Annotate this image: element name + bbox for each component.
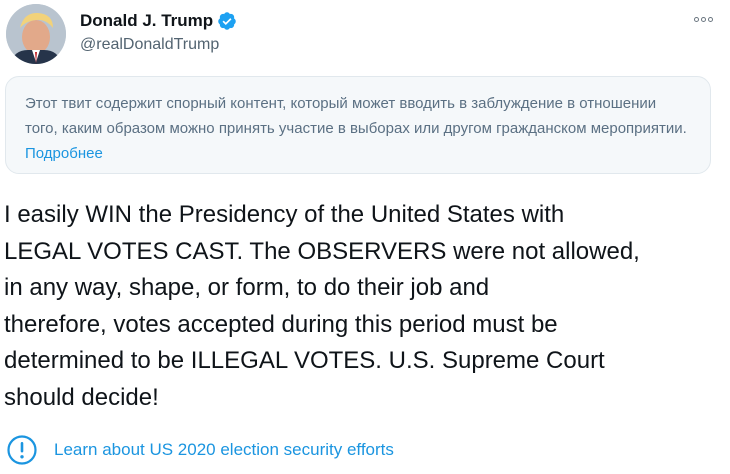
more-dot (700, 16, 706, 22)
notice-text: Этот твит содержит спорный контент, кото… (25, 95, 687, 137)
avatar[interactable] (6, 4, 66, 64)
tweet-card: Donald J. Trump @realDonaldTrump Этот тв… (0, 0, 730, 474)
user-handle[interactable]: @realDonaldTrump (80, 34, 237, 56)
learn-more-link[interactable]: Подробнее (25, 145, 103, 162)
verified-badge-icon (217, 11, 237, 31)
disputed-content-notice: Этот твит содержит спорный контент, кото… (5, 76, 711, 174)
tweet-text: I easily WIN the Presidency of the Unite… (4, 201, 640, 411)
avatar-photo-icon (6, 4, 66, 64)
more-dot (693, 16, 699, 22)
election-security-link[interactable]: Learn about US 2020 election security ef… (6, 434, 394, 466)
name-row: Donald J. Trump (80, 10, 237, 32)
election-security-label[interactable]: Learn about US 2020 election security ef… (54, 438, 394, 462)
more-options-icon[interactable] (692, 8, 714, 30)
more-dot (707, 16, 713, 22)
display-name[interactable]: Donald J. Trump (80, 10, 213, 32)
user-info[interactable]: Donald J. Trump @realDonaldTrump (80, 10, 237, 56)
exclamation-circle-icon (6, 434, 38, 466)
